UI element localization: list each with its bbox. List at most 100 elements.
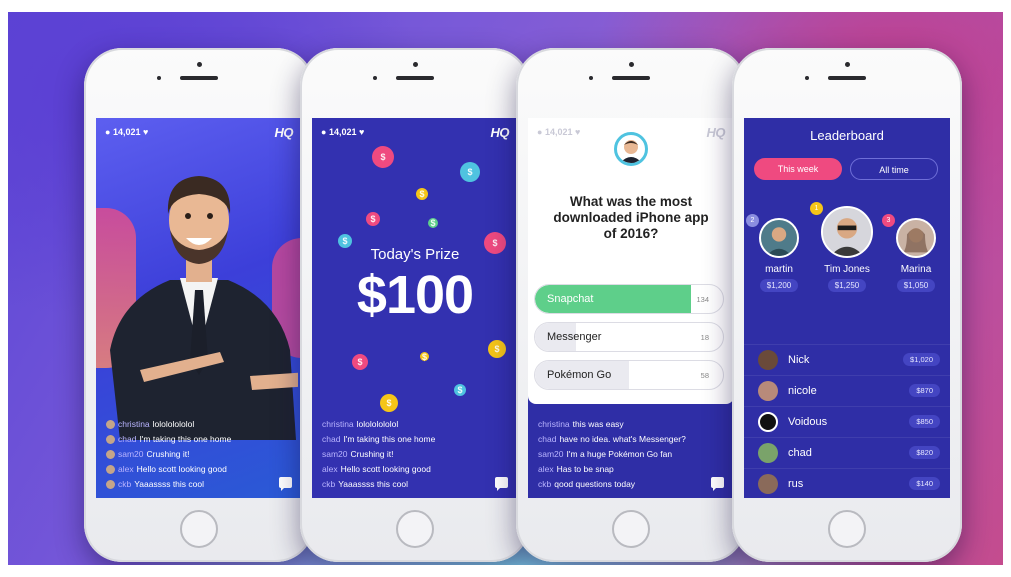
chat-text: lolololololol — [152, 419, 195, 429]
podium-name: martin — [765, 264, 793, 275]
earpiece-speaker — [612, 76, 650, 80]
chat-message: christina lolololololol — [106, 417, 272, 432]
chat-message: sam20 Crushing it! — [322, 447, 488, 462]
home-button[interactable] — [828, 510, 866, 548]
avatar — [896, 218, 936, 258]
avatar — [106, 435, 115, 444]
chat-bubble-icon[interactable] — [495, 477, 508, 491]
avatar — [106, 465, 115, 474]
answer-label: Snapchat — [547, 293, 594, 305]
answer-label: Messenger — [547, 331, 602, 343]
chat-message: christina this was easy — [538, 417, 704, 432]
coin-icon: $ — [416, 188, 428, 200]
chat-username: ckb — [118, 479, 132, 489]
avatar — [758, 412, 778, 432]
chat-text: Crushing it! — [350, 449, 394, 459]
question-text: What was the most downloaded iPhone app … — [553, 194, 709, 241]
answer-count: 134 — [696, 295, 709, 304]
phone-host: ● 14,021 ♥ HQ christina lolololololol cha… — [84, 48, 314, 562]
chat-text: qood questions today — [554, 479, 636, 489]
leaderboard-row: Voidous $850 — [744, 406, 950, 437]
podium-prize: $1,050 — [896, 279, 936, 292]
answer-option[interactable]: Pokémon Go 58 — [534, 360, 724, 390]
chat-username: alex — [118, 464, 134, 474]
avatar — [758, 350, 778, 370]
avatar — [106, 450, 115, 459]
chat-message: christina lolololololol — [322, 417, 488, 432]
player-prize: $1,020 — [903, 353, 940, 366]
chat-feed: christina this was easy chad have no idea.… — [538, 417, 704, 492]
coin-icon: $ — [366, 212, 380, 226]
status-bar: ● 14,021 ♥ HQ — [105, 125, 294, 140]
chat-text: Yaaassss this cool — [338, 479, 408, 489]
front-camera — [629, 62, 634, 67]
front-camera — [197, 62, 202, 67]
chat-text: have no idea. what's Messenger? — [559, 434, 686, 444]
chat-message: sam20 I'm a huge Pokémon Go fan — [538, 447, 704, 462]
chat-username: alex — [322, 464, 338, 474]
chat-message: chad have no idea. what's Messenger? — [538, 432, 704, 447]
podium-first: 1 Tim Jones $1,250 — [810, 202, 880, 293]
phone-prize: $ $ $ $ $ $ $ $ $ $ $ $ ● 14,021 ♥ HQ To… — [300, 48, 530, 562]
answer-count: 18 — [700, 333, 709, 342]
podium-prize: $1,250 — [827, 279, 867, 292]
answer-label: Pokémon Go — [547, 369, 612, 381]
earpiece-speaker — [396, 76, 434, 80]
podium-prize: $1,200 — [759, 279, 799, 292]
proximity-sensor — [373, 76, 377, 80]
chat-feed: christina lolololololol chad I'm taking th… — [106, 417, 272, 492]
avatar — [758, 474, 778, 494]
chat-bubble-icon[interactable] — [711, 477, 724, 491]
host-screen: ● 14,021 ♥ HQ christina lolololololol cha… — [96, 118, 302, 498]
avatar — [758, 381, 778, 401]
home-button[interactable] — [612, 510, 650, 548]
status-bar: ● 14,021 ♥ HQ — [321, 125, 509, 140]
chat-text: Crushing it! — [146, 449, 190, 459]
coin-icon: $ — [372, 146, 394, 168]
prize-amount: $100 — [356, 265, 474, 325]
coin-icon: $ — [352, 354, 368, 370]
rank-badge: 3 — [882, 214, 895, 227]
chat-username: chad — [322, 434, 341, 444]
home-button[interactable] — [180, 510, 218, 548]
coin-icon: $ — [420, 351, 429, 362]
chat-message: chad I'm taking this one home — [106, 432, 272, 447]
avatar — [821, 206, 873, 258]
question-card: ● 14,021 ♥ HQ What was the most download… — [528, 118, 734, 404]
viewer-count: ● 14,021 ♥ — [321, 127, 365, 137]
chat-username: alex — [538, 464, 554, 474]
host-avatar — [614, 132, 648, 166]
chat-username: sam20 — [538, 449, 564, 459]
avatar — [106, 420, 115, 429]
player-name: chad — [788, 447, 812, 459]
chat-text: I'm a huge Pokémon Go fan — [566, 449, 673, 459]
front-camera — [413, 62, 418, 67]
avatar — [106, 480, 115, 489]
chat-message: alex Has to be snap — [538, 462, 704, 477]
chat-message: sam20 Crushing it! — [106, 447, 272, 462]
tab-this-week[interactable]: This week — [754, 158, 842, 180]
coin-icon: $ — [428, 218, 438, 228]
earpiece-speaker — [828, 76, 866, 80]
chat-text: Has to be snap — [556, 464, 614, 474]
hq-logo: HQ — [274, 125, 294, 140]
answer-option[interactable]: Snapchat 134 — [534, 284, 724, 314]
player-name: Voidous — [788, 416, 828, 428]
answer-option[interactable]: Messenger 18 — [534, 322, 724, 352]
leaderboard-row: Nick $1,020 — [744, 344, 950, 375]
chat-feed: christina lolololololol chad I'm taking th… — [322, 417, 488, 492]
chat-username: chad — [538, 434, 557, 444]
rank-badge: 1 — [810, 202, 823, 215]
leaderboard-row: chad $820 — [744, 437, 950, 468]
chat-username: christina — [538, 419, 570, 429]
proximity-sensor — [805, 76, 809, 80]
question-screen: ● 14,021 ♥ HQ What was the most download… — [528, 118, 734, 498]
home-button[interactable] — [396, 510, 434, 548]
tab-all-time[interactable]: All time — [850, 158, 938, 180]
player-prize: $140 — [909, 477, 940, 490]
coin-icon: $ — [454, 384, 466, 396]
avatar — [759, 218, 799, 258]
chat-text: Hello scott looking good — [136, 464, 227, 474]
chat-bubble-icon[interactable] — [279, 477, 292, 491]
answer-count: 58 — [700, 371, 709, 380]
